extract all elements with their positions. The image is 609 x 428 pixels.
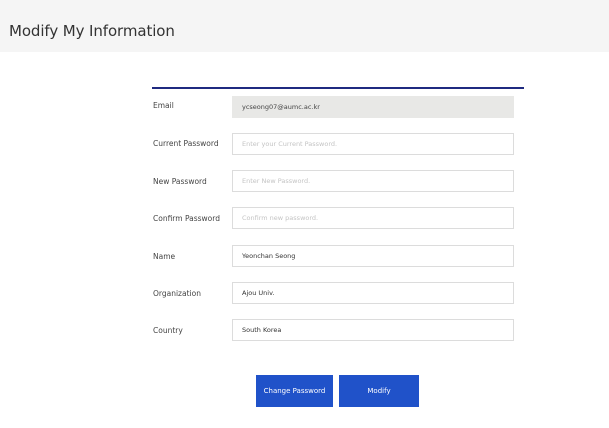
page-header: Modify My Information bbox=[0, 0, 609, 52]
email-field[interactable] bbox=[232, 96, 514, 118]
page-title: Modify My Information bbox=[9, 22, 175, 40]
confirm-password-label: Confirm Password bbox=[153, 214, 220, 223]
organization-field[interactable] bbox=[232, 282, 514, 304]
current-password-label: Current Password bbox=[153, 139, 219, 148]
name-label: Name bbox=[153, 252, 176, 261]
new-password-field[interactable] bbox=[232, 170, 514, 192]
form-top-divider bbox=[152, 87, 524, 89]
organization-label: Organization bbox=[153, 289, 201, 298]
change-password-button[interactable]: Change Password bbox=[256, 375, 333, 407]
name-field[interactable] bbox=[232, 245, 514, 267]
country-label: Country bbox=[153, 326, 183, 335]
current-password-field[interactable] bbox=[232, 133, 514, 155]
modify-button[interactable]: Modify bbox=[339, 375, 419, 407]
new-password-label: New Password bbox=[153, 177, 207, 186]
country-field[interactable] bbox=[232, 319, 514, 341]
email-label: Email bbox=[153, 101, 174, 110]
confirm-password-field[interactable] bbox=[232, 207, 514, 229]
